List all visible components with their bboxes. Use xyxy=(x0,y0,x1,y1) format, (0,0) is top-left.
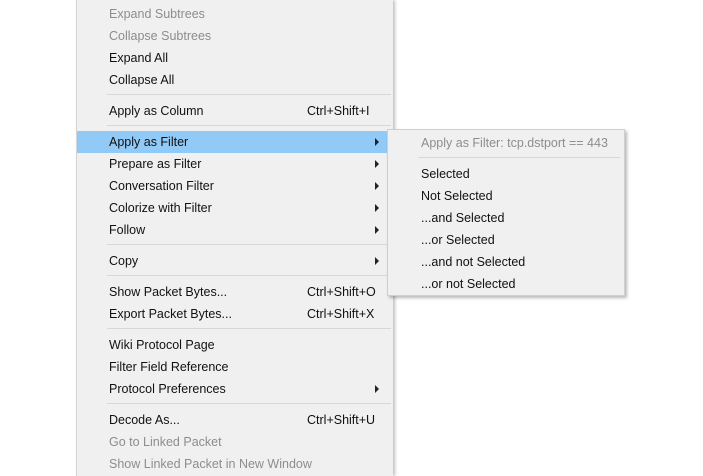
submenu-arrow-icon xyxy=(375,257,379,265)
context-menu: Expand Subtrees Collapse Subtrees Expand… xyxy=(76,0,393,476)
submenu-item-label: Selected xyxy=(421,167,470,181)
menu-item-export-packet-bytes[interactable]: Export Packet Bytes... Ctrl+Shift+X xyxy=(77,303,393,325)
menu-separator xyxy=(107,275,391,276)
menu-item-go-to-linked-packet: Go to Linked Packet xyxy=(77,431,393,453)
menu-item-label: Conversation Filter xyxy=(109,179,214,193)
submenu-item-label: ...and not Selected xyxy=(421,255,526,269)
menu-item-apply-as-column[interactable]: Apply as Column Ctrl+Shift+I xyxy=(77,100,393,122)
submenu-header-label: Apply as Filter: tcp.dstport == 443 xyxy=(421,136,608,150)
menu-item-shortcut: Ctrl+Shift+X xyxy=(307,307,375,321)
menu-item-wiki-protocol-page[interactable]: Wiki Protocol Page xyxy=(77,334,393,356)
menu-item-label: Copy xyxy=(109,254,139,268)
menu-item-expand-all[interactable]: Expand All xyxy=(77,47,393,69)
menu-item-shortcut: Ctrl+Shift+I xyxy=(307,104,370,118)
submenu-item-label: Not Selected xyxy=(421,189,493,203)
submenu-item-not-selected[interactable]: Not Selected xyxy=(388,185,624,207)
submenu-item-and-selected[interactable]: ...and Selected xyxy=(388,207,624,229)
submenu-arrow-icon xyxy=(375,204,379,212)
submenu-item-label: ...and Selected xyxy=(421,211,505,225)
menu-separator xyxy=(107,94,391,95)
menu-item-label: Decode As... xyxy=(109,413,180,427)
menu-separator xyxy=(418,157,620,158)
submenu-item-or-selected[interactable]: ...or Selected xyxy=(388,229,624,251)
menu-item-label: Protocol Preferences xyxy=(109,382,226,396)
menu-item-decode-as[interactable]: Decode As... Ctrl+Shift+U xyxy=(77,409,393,431)
submenu-item-label: ...or Selected xyxy=(421,233,495,247)
submenu-arrow-icon xyxy=(375,160,379,168)
submenu-item-and-not-selected[interactable]: ...and not Selected xyxy=(388,251,624,273)
menu-item-label: Collapse Subtrees xyxy=(109,29,212,43)
submenu-arrow-icon xyxy=(375,138,379,146)
submenu-arrow-icon xyxy=(375,226,379,234)
menu-item-label: Expand All xyxy=(109,51,169,65)
menu-item-colorize-with-filter[interactable]: Colorize with Filter xyxy=(77,197,393,219)
menu-item-label: Follow xyxy=(109,223,146,237)
menu-item-shortcut: Ctrl+Shift+U xyxy=(307,413,376,427)
menu-item-follow[interactable]: Follow xyxy=(77,219,393,241)
menu-item-show-linked-packet-new-window: Show Linked Packet in New Window xyxy=(77,453,393,475)
menu-item-label: Filter Field Reference xyxy=(109,360,229,374)
menu-separator xyxy=(107,328,391,329)
menu-separator xyxy=(107,125,391,126)
submenu-item-or-not-selected[interactable]: ...or not Selected xyxy=(388,273,624,295)
menu-item-conversation-filter[interactable]: Conversation Filter xyxy=(77,175,393,197)
menu-item-prepare-as-filter[interactable]: Prepare as Filter xyxy=(77,153,393,175)
menu-item-expand-subtrees: Expand Subtrees xyxy=(77,3,393,25)
submenu-arrow-icon xyxy=(375,182,379,190)
menu-item-label: Apply as Filter xyxy=(109,135,189,149)
menu-item-collapse-all[interactable]: Collapse All xyxy=(77,69,393,91)
menu-item-protocol-preferences[interactable]: Protocol Preferences xyxy=(77,378,393,400)
menu-item-apply-as-filter[interactable]: Apply as Filter xyxy=(77,131,393,153)
menu-item-filter-field-reference[interactable]: Filter Field Reference xyxy=(77,356,393,378)
submenu-arrow-icon xyxy=(375,385,379,393)
menu-item-collapse-subtrees: Collapse Subtrees xyxy=(77,25,393,47)
menu-item-label: Go to Linked Packet xyxy=(109,435,222,449)
submenu-item-selected[interactable]: Selected xyxy=(388,163,624,185)
submenu-header: Apply as Filter: tcp.dstport == 443 xyxy=(388,132,624,154)
menu-item-label: Prepare as Filter xyxy=(109,157,202,171)
apply-as-filter-submenu: Apply as Filter: tcp.dstport == 443 Sele… xyxy=(387,129,625,296)
menu-item-shortcut: Ctrl+Shift+O xyxy=(307,285,376,299)
menu-item-label: Export Packet Bytes... xyxy=(109,307,232,321)
menu-item-label: Apply as Column xyxy=(109,104,204,118)
menu-item-label: Collapse All xyxy=(109,73,175,87)
menu-item-label: Show Linked Packet in New Window xyxy=(109,457,312,471)
menu-item-label: Show Packet Bytes... xyxy=(109,285,228,299)
menu-item-show-packet-bytes[interactable]: Show Packet Bytes... Ctrl+Shift+O xyxy=(77,281,393,303)
menu-separator xyxy=(107,244,391,245)
menu-item-label: Expand Subtrees xyxy=(109,7,205,21)
menu-separator xyxy=(107,403,391,404)
menu-item-label: Wiki Protocol Page xyxy=(109,338,215,352)
menu-item-label: Colorize with Filter xyxy=(109,201,212,215)
menu-item-copy[interactable]: Copy xyxy=(77,250,393,272)
submenu-item-label: ...or not Selected xyxy=(421,277,516,291)
